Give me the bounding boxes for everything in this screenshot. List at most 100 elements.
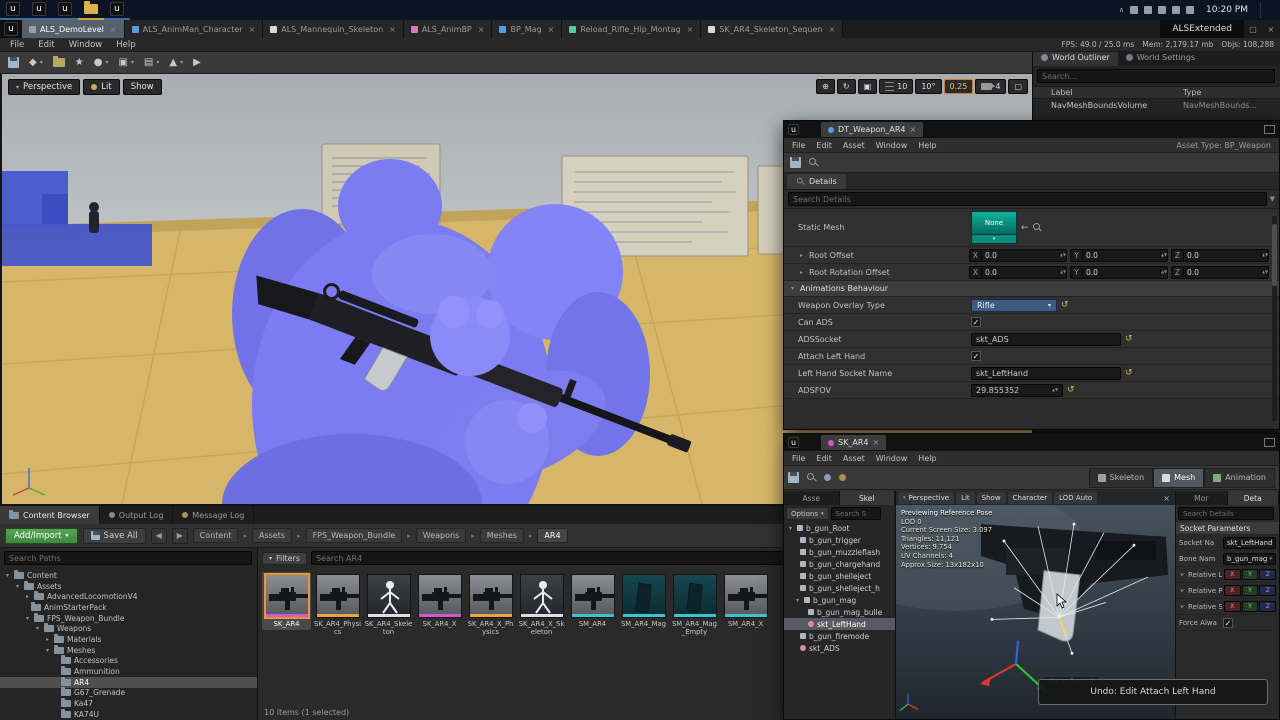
expander-icon[interactable]: ▸ — [1179, 603, 1186, 610]
menu-help[interactable]: Help — [918, 454, 936, 463]
bone-item-skt-lefthand[interactable]: skt_LeftHand — [784, 618, 895, 630]
lit-dropdown[interactable]: Lit — [956, 492, 975, 504]
bone-item[interactable]: b_gun_shelleject — [784, 570, 895, 582]
bone-search-input[interactable] — [830, 507, 881, 520]
taskbar-app-folder-icon[interactable] — [78, 0, 104, 20]
y-value-field[interactable]: Y 0.0 ▲▼ — [1070, 265, 1168, 279]
folder-item[interactable]: G67_Grenade — [0, 687, 257, 699]
asset-tile[interactable]: SM_AR4_Mag_Empty — [670, 572, 719, 638]
settings-button[interactable]: ● ▾ — [94, 57, 109, 68]
xyz-fields[interactable]: XYZ — [1224, 601, 1277, 612]
x-value-field[interactable]: X 0.0 ▲▼ — [969, 265, 1067, 279]
expander-icon[interactable]: ▾ — [794, 597, 801, 604]
tray-expand-icon[interactable]: ∧ — [1119, 6, 1124, 14]
menu-help[interactable]: Help — [116, 40, 135, 50]
asset-tile[interactable]: SK_AR4_Skeleton — [364, 572, 413, 638]
asset-tile[interactable]: SK_AR4_Physics — [313, 572, 362, 638]
grid-snap-button[interactable]: 10 — [879, 79, 914, 94]
menu-help[interactable]: Help — [918, 141, 936, 150]
close-icon[interactable]: × — [687, 25, 694, 34]
find-in-cb-icon[interactable] — [807, 473, 816, 482]
socket-details-search-input[interactable] — [1178, 507, 1274, 520]
weapon-overlay-dropdown[interactable]: Rifle ▾ — [971, 298, 1057, 312]
show-dropdown[interactable]: Show — [122, 79, 162, 95]
folder-item[interactable]: Ka47 — [0, 698, 257, 709]
spinner-icon[interactable]: ▲▼ — [1160, 253, 1167, 257]
cinematics-button[interactable]: ▤ ▾ — [144, 57, 159, 68]
column-label[interactable]: Label — [1033, 88, 1183, 97]
reset-to-default-icon[interactable]: ↺ — [1125, 368, 1133, 378]
folder-item-ar4[interactable]: AR4 — [0, 676, 257, 688]
camera-speed-button[interactable]: 4 — [975, 79, 1007, 94]
tab-content-browser[interactable]: Content Browser — [0, 506, 100, 524]
tray-icon[interactable] — [1144, 6, 1152, 14]
mode-tab-animation[interactable]: Animation — [1204, 467, 1275, 488]
expander-icon[interactable]: ▾ — [34, 625, 41, 632]
expander-icon[interactable]: ▸ — [24, 593, 31, 600]
window-title-bar[interactable]: u SK_AR4 × — [784, 434, 1279, 451]
editor-tab-sk-ar4-skeleton[interactable]: SK_AR4_Skeleton_Sequen × — [701, 20, 844, 38]
socket-parameters-header[interactable]: Socket Parameters — [1176, 522, 1279, 535]
xyz-fields[interactable]: XYZ — [1224, 585, 1277, 596]
taskbar-app-unreal-icon[interactable]: u — [104, 0, 130, 20]
menu-asset[interactable]: Asset — [843, 141, 865, 150]
close-icon[interactable]: × — [548, 25, 555, 34]
back-button[interactable]: ◀ — [150, 527, 167, 544]
tab-asset-details[interactable]: Asse — [784, 491, 840, 505]
static-mesh-thumbnail[interactable]: None — [971, 211, 1017, 235]
add-import-button[interactable]: Add/Import ▾ — [5, 527, 78, 544]
editor-tab-animman-character[interactable]: ALS_AnimMan_Character × — [124, 20, 264, 38]
reset-to-default-icon[interactable]: ↺ — [1061, 300, 1069, 310]
close-icon[interactable]: × — [1163, 494, 1173, 503]
menu-window[interactable]: Window — [876, 141, 908, 150]
show-dropdown[interactable]: Show — [976, 492, 1006, 504]
rotate-tool-button[interactable]: ↻ — [836, 79, 856, 94]
use-selected-icon[interactable]: ← — [1021, 223, 1029, 233]
force-always-checkbox[interactable]: ✓ — [1223, 617, 1233, 628]
x-value-field[interactable]: X 0.0 ▲▼ — [969, 248, 1067, 262]
socket-name-field[interactable]: skt_LeftHand — [1223, 536, 1276, 549]
spinner-icon[interactable]: ▲▼ — [1261, 253, 1268, 257]
spinner-icon[interactable]: ▲▼ — [1160, 270, 1167, 274]
menu-window[interactable]: Window — [69, 40, 103, 50]
breadcrumb-weapons[interactable]: Weapons — [415, 528, 467, 543]
editor-tab-animbp[interactable]: ALS_AnimBP × — [403, 20, 493, 38]
spinner-icon[interactable]: ▲▼ — [1059, 253, 1066, 257]
close-icon[interactable]: × — [909, 125, 916, 134]
tray-icon[interactable] — [1186, 6, 1194, 14]
details-search-input[interactable] — [788, 192, 1267, 206]
layout-icon[interactable] — [1264, 438, 1275, 447]
scale-tool-button[interactable]: ▣ — [857, 79, 878, 94]
filter-icon[interactable]: ▼ — [1270, 195, 1275, 203]
folder-item[interactable]: ▾ FPS_Weapon_Bundle — [0, 612, 257, 624]
section-animations-behaviour[interactable]: ▾ Animations Behaviour — [784, 281, 1279, 297]
menu-file[interactable]: File — [10, 40, 24, 50]
expander-icon[interactable]: ▾ — [14, 583, 21, 590]
menu-edit[interactable]: Edit — [816, 141, 832, 150]
taskbar-app-unreal-icon[interactable]: u — [0, 0, 26, 20]
breadcrumb-meshes[interactable]: Meshes — [479, 528, 524, 543]
maximize-viewport-button[interactable]: ▢ — [1008, 79, 1028, 94]
save-all-button[interactable]: Save All — [82, 527, 146, 544]
filters-button[interactable]: ▾ Filters — [262, 551, 307, 565]
adsfov-field[interactable]: 29.855352 ▲▼ — [971, 383, 1063, 397]
breadcrumb-content[interactable]: Content — [192, 528, 239, 543]
mode-tab-skeleton[interactable]: Skeleton — [1088, 467, 1154, 488]
reset-to-default-icon[interactable]: ↺ — [1067, 385, 1075, 395]
breadcrumb-ar4[interactable]: AR4 — [537, 528, 568, 543]
browse-icon[interactable] — [809, 158, 818, 167]
save-button[interactable] — [8, 57, 19, 68]
folder-item[interactable]: Accessories — [0, 655, 257, 667]
perspective-dropdown[interactable]: ▾ Perspective — [8, 79, 81, 95]
bone-item[interactable]: b_gun_muzzleflash — [784, 546, 895, 558]
layout-icon[interactable]: ▢ — [1244, 20, 1262, 38]
lod-auto-dropdown[interactable]: LOD Auto — [1054, 492, 1098, 504]
y-value-field[interactable]: Y 0.0 ▲▼ — [1070, 248, 1168, 262]
details-scrollbar[interactable] — [1272, 216, 1277, 421]
expander-icon[interactable]: ▾ — [789, 285, 796, 292]
folder-item[interactable]: ▾ Assets — [0, 580, 257, 592]
expander-icon[interactable]: ▸ — [1179, 587, 1186, 594]
adssocket-field[interactable]: skt_ADS — [971, 332, 1121, 346]
tray-icon[interactable] — [1158, 6, 1166, 14]
dt-weapon-tab[interactable]: DT_Weapon_AR4 × — [821, 122, 924, 137]
